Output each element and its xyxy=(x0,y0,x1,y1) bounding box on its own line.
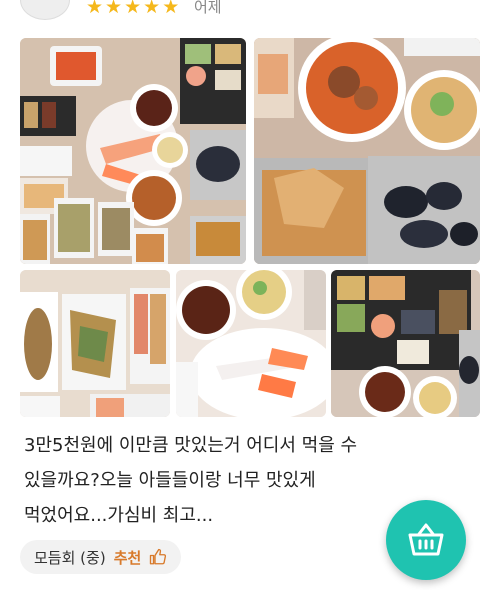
photo-sashimi-plate[interactable] xyxy=(176,270,326,417)
star-icon: ★ xyxy=(143,0,161,18)
star-icon: ★ xyxy=(124,0,142,18)
review-line: 3만5천원에 이만큼 맛있는거 어디서 먹을 수 xyxy=(24,435,358,456)
review-date: 어제 xyxy=(194,0,222,16)
food-photo-illustration xyxy=(254,38,480,264)
avatar[interactable] xyxy=(20,0,70,20)
star-icon: ★ xyxy=(86,0,104,18)
thumbs-up-icon xyxy=(150,548,167,565)
photo-fried-fish[interactable] xyxy=(20,270,170,417)
review-line: 먹었어요...가심비 최고... xyxy=(24,505,214,526)
star-icon: ★ xyxy=(162,0,180,18)
star-icon: ★ xyxy=(105,0,123,18)
food-photo-illustration xyxy=(20,38,246,264)
food-photo-illustration xyxy=(176,270,326,417)
review-text: 3만5천원에 이만큼 맛있는거 어디서 먹을 수 있을까요?오늘 아들들이랑 너… xyxy=(24,428,404,533)
review-header: ★ ★ ★ ★ ★ 어제 xyxy=(0,0,500,30)
food-photo-illustration xyxy=(331,270,480,417)
food-photo-illustration xyxy=(20,270,170,417)
review-line: 있을까요?오늘 아들들이랑 너무 맛있게 xyxy=(24,470,316,491)
photo-side-dishes[interactable] xyxy=(331,270,480,417)
basket-button[interactable] xyxy=(386,500,466,580)
basket-icon xyxy=(408,523,444,556)
photo-stew-and-mussels[interactable] xyxy=(254,38,480,264)
menu-name: 모듬회 (중) xyxy=(34,548,106,567)
photo-full-spread[interactable] xyxy=(20,38,246,264)
star-rating: ★ ★ ★ ★ ★ xyxy=(86,0,179,20)
menu-tag-chip[interactable]: 모듬회 (중) 추천 xyxy=(20,540,182,574)
recommend-label: 추천 xyxy=(113,548,142,567)
